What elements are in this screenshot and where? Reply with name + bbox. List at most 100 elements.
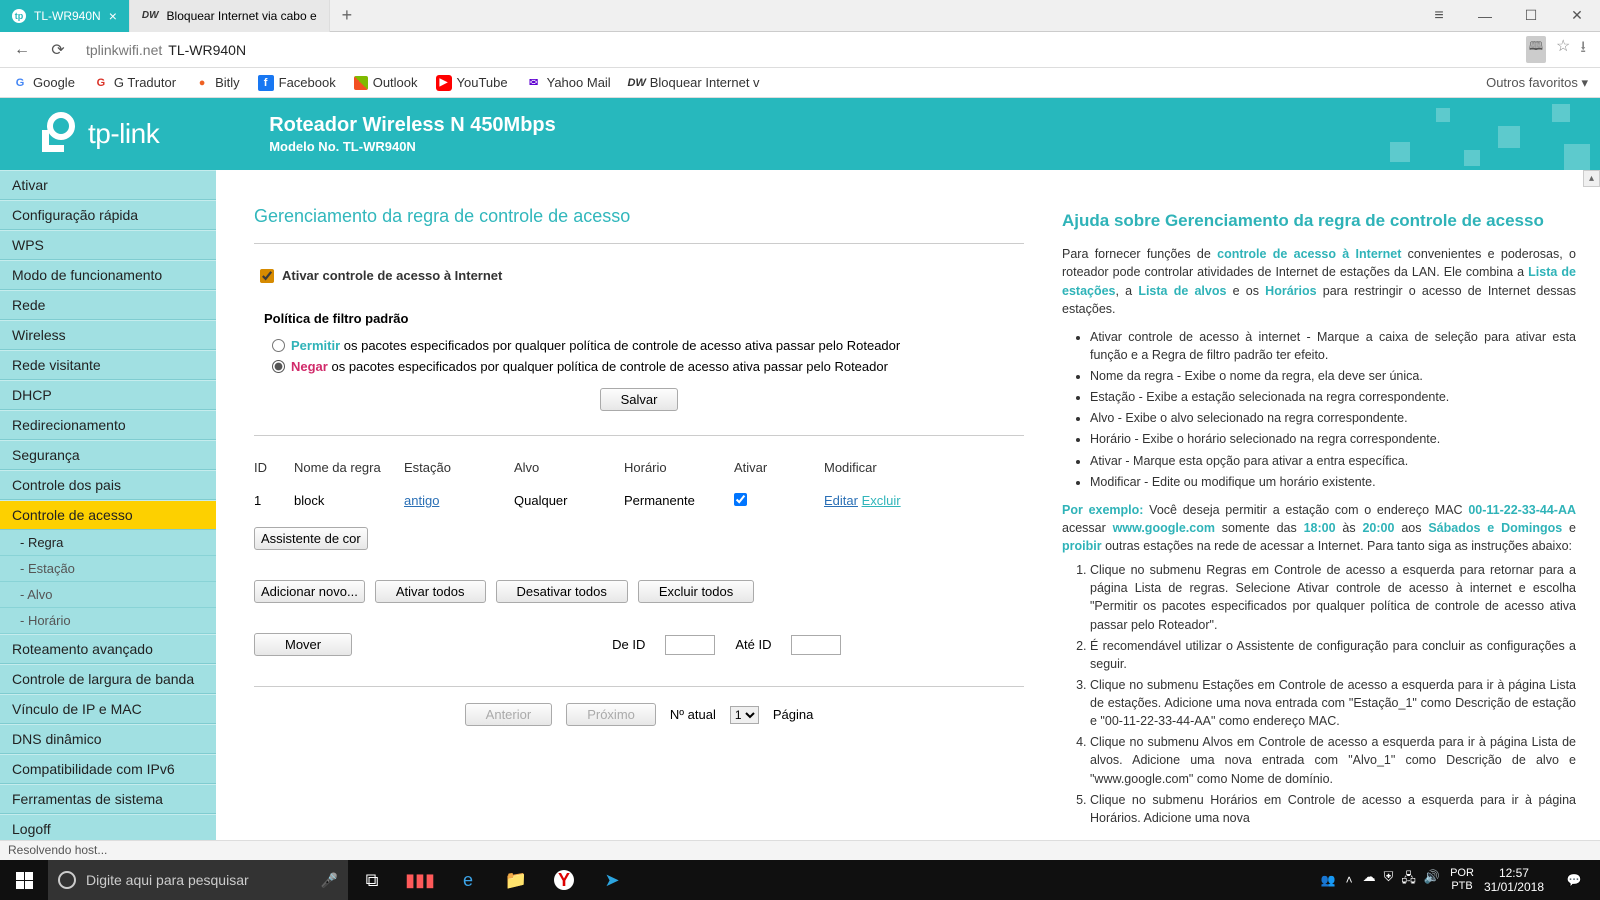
yahoo-icon: ✉ [526, 75, 542, 91]
sidebar-item-wireless[interactable]: Wireless [0, 320, 216, 350]
favorite-icon[interactable]: ☆ [1556, 36, 1570, 63]
maximize-icon[interactable]: ☐ [1508, 0, 1554, 32]
edge-icon[interactable]: e [444, 860, 492, 900]
scroll-up-icon[interactable]: ▴ [1583, 170, 1600, 187]
sidebar-item-dhcp[interactable]: DHCP [0, 380, 216, 410]
tab-favicon: tp [12, 9, 26, 23]
sidebar-item-network[interactable]: Rede [0, 290, 216, 320]
sidebar-item-ddns[interactable]: DNS dinâmico [0, 724, 216, 754]
next-page-button[interactable]: Próximo [566, 703, 656, 726]
bookmark-gtradutor[interactable]: GG Tradutor [93, 75, 176, 91]
tray-network-icon[interactable]: 🖧 [1401, 869, 1416, 891]
tab-close-icon[interactable]: × [109, 8, 117, 24]
delete-all-button[interactable]: Excluir todos [638, 580, 754, 603]
sidebar-item-ipmac[interactable]: Vínculo de IP e MAC [0, 694, 216, 724]
mic-icon[interactable]: 🎤 [321, 872, 338, 889]
telegram-icon[interactable]: ➤ [588, 860, 636, 900]
translate-icon: G [93, 75, 109, 91]
page-select[interactable]: 1 [730, 706, 759, 724]
to-id-input[interactable] [791, 635, 841, 655]
assistant-button[interactable]: Assistente de cor [254, 527, 368, 550]
edit-link[interactable]: Editar [824, 493, 858, 508]
browser-status-bar: Resolvendo host... [0, 840, 1600, 860]
tab-title: TL-WR940N [34, 9, 101, 23]
from-id-input[interactable] [665, 635, 715, 655]
close-icon[interactable]: ✕ [1554, 0, 1600, 32]
browser-tab-active[interactable]: tp TL-WR940N × [0, 0, 130, 32]
delete-link[interactable]: Excluir [862, 493, 901, 508]
enable-access-checkbox[interactable] [260, 269, 274, 283]
reload-button[interactable]: ⟳ [44, 36, 72, 64]
start-button[interactable] [0, 860, 48, 900]
policy-allow-radio[interactable] [272, 339, 285, 352]
enable-access-label: Ativar controle de acesso à Internet [282, 268, 502, 283]
new-tab-button[interactable]: + [330, 5, 365, 26]
bookmark-youtube[interactable]: ▶YouTube [436, 75, 508, 91]
sidebar-item-security[interactable]: Segurança [0, 440, 216, 470]
help-title: Ajuda sobre Gerenciamento da regra de co… [1062, 210, 1576, 231]
bookmark-bloquear[interactable]: DWBloquear Internet v [629, 75, 760, 91]
enable-all-button[interactable]: Ativar todos [375, 580, 486, 603]
help-example: Por exemplo: Você deseja permitir a esta… [1062, 501, 1576, 555]
policy-deny-radio[interactable] [272, 360, 285, 373]
help-bullets: Ativar controle de acesso à internet - M… [1090, 328, 1576, 491]
sidebar-item-systools[interactable]: Ferramentas de sistema [0, 784, 216, 814]
row-enable-checkbox[interactable] [734, 493, 747, 506]
sidebar-item-ipv6[interactable]: Compatibilidade com IPv6 [0, 754, 216, 784]
bookmark-yahoomail[interactable]: ✉Yahoo Mail [526, 75, 611, 91]
taskbar-search[interactable]: Digite aqui para pesquisar 🎤 [48, 860, 348, 900]
sidebar-item-bandwidth[interactable]: Controle de largura de banda [0, 664, 216, 694]
sidebar-item-ativar[interactable]: Ativar [0, 170, 216, 200]
sidebar-item-access-control[interactable]: Controle de acesso [0, 500, 216, 530]
google-icon: G [12, 75, 28, 91]
sidebar-item-opmode[interactable]: Modo de funcionamento [0, 260, 216, 290]
sidebar-sub-target[interactable]: - Alvo [0, 582, 216, 608]
sidebar-item-guest[interactable]: Rede visitante [0, 350, 216, 380]
tray-volume-icon[interactable]: 🔊 [1424, 869, 1440, 891]
browser-tab[interactable]: DW Bloquear Internet via cabo e [130, 0, 330, 32]
allow-word: Permitir [291, 338, 340, 353]
other-favorites[interactable]: Outros favoritos ▾ [1486, 75, 1588, 91]
brand-text: tp-link [88, 118, 159, 150]
bookmark-google[interactable]: GGoogle [12, 75, 75, 91]
router-title: Roteador Wireless N 450Mbps [269, 114, 556, 137]
bookmark-outlook[interactable]: Outlook [354, 75, 418, 90]
browser-menu-icon[interactable]: ≡ [1416, 0, 1462, 32]
bookmark-facebook[interactable]: fFacebook [258, 75, 336, 91]
tray-chevron-icon[interactable]: ˄ [1346, 873, 1353, 887]
add-new-button[interactable]: Adicionar novo... [254, 580, 365, 603]
sidebar-sub-schedule[interactable]: - Horário [0, 608, 216, 634]
reader-mode-icon[interactable]: 🕮 [1526, 36, 1546, 63]
facebook-icon: f [258, 75, 274, 91]
cell-station-link[interactable]: antigo [404, 493, 514, 509]
tray-people-icon[interactable]: 👥 [1321, 873, 1336, 887]
minimize-icon[interactable]: — [1462, 0, 1508, 32]
task-view-icon[interactable]: ⧉ [348, 860, 396, 900]
downloads-icon[interactable]: ⭳ [1580, 36, 1586, 63]
sidebar-item-wps[interactable]: WPS [0, 230, 216, 260]
prev-page-button[interactable]: Anterior [465, 703, 553, 726]
sidebar-item-routing[interactable]: Roteamento avançado [0, 634, 216, 664]
move-button[interactable]: Mover [254, 633, 352, 656]
tray-onedrive-icon[interactable]: ☁ [1363, 869, 1376, 891]
back-button[interactable]: ← [8, 36, 36, 64]
explorer-icon[interactable]: 📁 [492, 860, 540, 900]
url-input[interactable]: tplinkwifi.net TL-WR940N [80, 42, 1518, 58]
taskbar-language[interactable]: POR PTB [1450, 867, 1474, 893]
search-placeholder: Digite aqui para pesquisar [86, 872, 249, 888]
sidebar-item-parental[interactable]: Controle dos pais [0, 470, 216, 500]
cortana-icon [58, 871, 76, 889]
sidebar-item-forwarding[interactable]: Redirecionamento [0, 410, 216, 440]
bitly-icon: ● [194, 75, 210, 91]
sidebar-sub-station[interactable]: - Estação [0, 556, 216, 582]
bookmark-bitly[interactable]: ●Bitly [194, 75, 240, 91]
notifications-icon[interactable]: 💬 [1554, 873, 1594, 887]
taskbar-clock[interactable]: 12:57 31/01/2018 [1484, 866, 1544, 895]
disable-all-button[interactable]: Desativar todos [496, 580, 628, 603]
save-button[interactable]: Salvar [600, 388, 679, 411]
sidebar-sub-rule[interactable]: - Regra [0, 530, 216, 556]
tray-defender-icon[interactable]: ⛨ [1384, 869, 1394, 891]
taskbar-app-1[interactable]: ▮▮▮ [396, 860, 444, 900]
yandex-icon[interactable]: Y [540, 860, 588, 900]
sidebar-item-quicksetup[interactable]: Configuração rápida [0, 200, 216, 230]
